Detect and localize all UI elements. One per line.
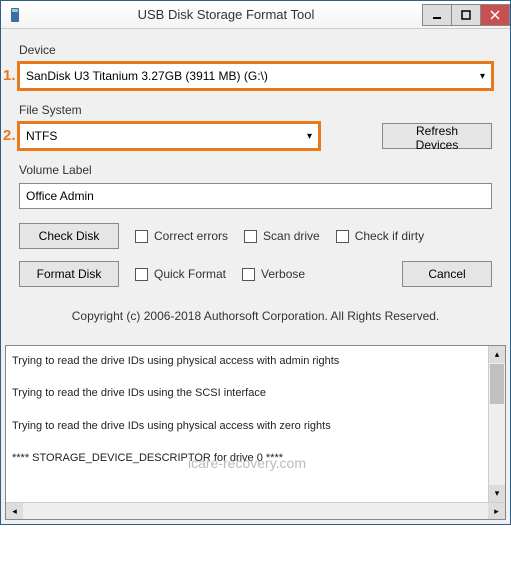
step-2-annotation: 2.: [3, 127, 16, 144]
log-line: Trying to read the drive IDs using the S…: [12, 386, 482, 400]
refresh-devices-button[interactable]: Refresh Devices: [382, 123, 492, 149]
minimize-button[interactable]: [422, 4, 452, 26]
checkbox-label: Check if dirty: [355, 229, 424, 243]
chevron-down-icon: ▾: [480, 71, 485, 82]
window-title: USB Disk Storage Format Tool: [29, 7, 423, 22]
chevron-down-icon: ▾: [307, 131, 312, 142]
correct-errors-checkbox[interactable]: Correct errors: [135, 229, 228, 243]
log-textarea[interactable]: Trying to read the drive IDs using physi…: [6, 346, 488, 502]
log-line: **** STORAGE_DEVICE_DESCRIPTOR for drive…: [12, 451, 482, 465]
horizontal-scrollbar[interactable]: ◂ ▸: [6, 502, 505, 519]
maximize-button[interactable]: [451, 4, 481, 26]
step-1-annotation: 1.: [3, 67, 16, 84]
copyright-text: Copyright (c) 2006-2018 Authorsoft Corpo…: [19, 299, 492, 335]
scrollbar-thumb[interactable]: [490, 364, 504, 404]
scroll-up-arrow-icon[interactable]: ▴: [489, 346, 505, 363]
app-window: USB Disk Storage Format Tool Device 1. S…: [0, 0, 511, 525]
check-disk-button[interactable]: Check Disk: [19, 223, 119, 249]
quick-format-checkbox[interactable]: Quick Format: [135, 267, 226, 281]
device-select[interactable]: SanDisk U3 Titanium 3.27GB (3911 MB) (G:…: [19, 63, 492, 89]
app-icon: [7, 7, 23, 23]
cancel-button[interactable]: Cancel: [402, 261, 492, 287]
log-line: Trying to read the drive IDs using physi…: [12, 419, 482, 433]
checkbox-icon: [336, 230, 349, 243]
vertical-scrollbar[interactable]: ▴ ▾: [488, 346, 505, 502]
window-buttons: [423, 4, 510, 26]
checkbox-icon: [135, 268, 148, 281]
scroll-right-arrow-icon[interactable]: ▸: [488, 503, 505, 519]
checkbox-icon: [135, 230, 148, 243]
checkbox-label: Scan drive: [263, 229, 320, 243]
filesystem-select[interactable]: NTFS ▾: [19, 123, 319, 149]
filesystem-label: File System: [19, 103, 492, 117]
log-panel: Trying to read the drive IDs using physi…: [5, 345, 506, 520]
scroll-down-arrow-icon[interactable]: ▾: [489, 485, 505, 502]
volume-label-label: Volume Label: [19, 163, 492, 177]
filesystem-select-value: NTFS: [26, 129, 57, 143]
log-line: Trying to read the drive IDs using physi…: [12, 354, 482, 368]
check-if-dirty-checkbox[interactable]: Check if dirty: [336, 229, 424, 243]
checkbox-label: Verbose: [261, 267, 305, 281]
volume-label-input[interactable]: [19, 183, 492, 209]
device-select-value: SanDisk U3 Titanium 3.27GB (3911 MB) (G:…: [26, 69, 268, 83]
scroll-left-arrow-icon[interactable]: ◂: [6, 503, 23, 519]
titlebar: USB Disk Storage Format Tool: [1, 1, 510, 29]
checkbox-label: Quick Format: [154, 267, 226, 281]
content-area: Device 1. SanDisk U3 Titanium 3.27GB (39…: [1, 29, 510, 345]
format-disk-button[interactable]: Format Disk: [19, 261, 119, 287]
device-label: Device: [19, 43, 492, 57]
scan-drive-checkbox[interactable]: Scan drive: [244, 229, 320, 243]
close-button[interactable]: [480, 4, 510, 26]
checkbox-label: Correct errors: [154, 229, 228, 243]
checkbox-icon: [242, 268, 255, 281]
verbose-checkbox[interactable]: Verbose: [242, 267, 305, 281]
checkbox-icon: [244, 230, 257, 243]
